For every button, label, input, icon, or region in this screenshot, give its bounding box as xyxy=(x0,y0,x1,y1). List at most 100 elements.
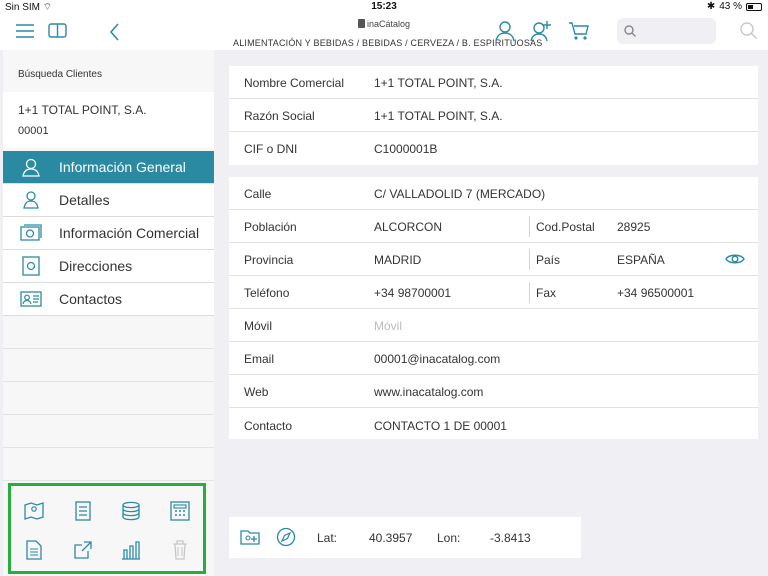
filter-list-icon[interactable] xyxy=(71,499,95,523)
field-value: ALCORCON xyxy=(374,220,443,234)
top-navbar: inaCátalog ALIMENTACIÓN Y BEBIDAS / BEBI… xyxy=(0,14,768,50)
add-client-icon[interactable] xyxy=(530,20,552,47)
field-label: CIF o DNI xyxy=(244,142,298,156)
field-label: Contacto xyxy=(244,419,293,433)
contact-card-icon xyxy=(3,290,59,308)
sidebar-item-label: Información Comercial xyxy=(59,225,200,241)
field-value: 00001@inacatalog.com xyxy=(374,352,501,366)
search-icon xyxy=(624,24,636,42)
eye-icon[interactable] xyxy=(725,252,745,269)
sidebar-item-label: Información General xyxy=(59,159,186,175)
divider xyxy=(529,249,530,270)
sidebar-item-label: Detalles xyxy=(59,192,110,208)
sidebar-item-detalles[interactable]: Detalles xyxy=(3,184,214,217)
field-label-fax: Fax xyxy=(536,286,557,300)
address-card-icon xyxy=(3,256,59,276)
field-value: MADRID xyxy=(374,253,422,267)
sidebar-menu: Información General Detalles Información… xyxy=(3,151,214,481)
battery-percent: 43 % xyxy=(719,1,742,12)
field-poblacion[interactable]: Población ALCORCON Cod.Postal 28925 xyxy=(229,210,758,243)
logo-mark-icon xyxy=(357,19,365,28)
sidebar-item-label: Direcciones xyxy=(59,258,133,274)
sidebar-item-informacion-comercial[interactable]: Información Comercial xyxy=(3,217,214,250)
field-label: Calle xyxy=(244,187,272,201)
clock: 15:23 xyxy=(371,1,397,12)
field-value-fax: +34 96500001 xyxy=(617,286,695,300)
field-nombre-comercial[interactable]: Nombre Comercial 1+1 TOTAL POINT, S.A. xyxy=(229,66,758,99)
map-icon[interactable] xyxy=(22,499,46,523)
search-input[interactable] xyxy=(617,18,716,44)
field-label-pais: País xyxy=(536,253,561,267)
sidebar-item-direcciones[interactable]: Direcciones xyxy=(3,250,214,283)
field-label: Razón Social xyxy=(244,109,315,123)
address-card: Calle C/ VALLADOLID 7 (MERCADO) Població… xyxy=(229,177,758,439)
field-label-cod-postal: Cod.Postal xyxy=(536,220,595,234)
field-cif-dni[interactable]: CIF o DNI C1000001B xyxy=(229,132,758,165)
calculator-icon[interactable] xyxy=(168,499,192,523)
sidebar-empty-row xyxy=(3,448,214,481)
sidebar-item-informacion-general[interactable]: Información General xyxy=(3,151,214,184)
document-icon[interactable] xyxy=(22,538,46,562)
sidebar-title: Búsqueda Clientes xyxy=(18,69,102,80)
field-contacto[interactable]: Contacto CONTACTO 1 DE 00001 xyxy=(229,408,758,439)
field-label: Email xyxy=(244,352,275,366)
field-web[interactable]: Web www.inacatalog.com xyxy=(229,375,758,408)
longitude-label: Lon: xyxy=(437,531,461,545)
latitude-label: Lat: xyxy=(317,531,338,545)
field-value-pais: ESPAÑA xyxy=(617,253,665,267)
field-movil[interactable]: Móvil Móvil xyxy=(229,309,758,342)
search-button-icon[interactable] xyxy=(740,22,758,45)
bluetooth-icon: ✱ xyxy=(706,1,716,12)
add-contact-card-icon[interactable] xyxy=(240,528,260,549)
field-label: Web xyxy=(244,385,269,399)
field-value: CONTACTO 1 DE 00001 xyxy=(374,419,507,433)
field-telefono[interactable]: Teléfono +34 98700001 Fax +34 96500001 xyxy=(229,276,758,309)
field-value: 1+1 TOTAL POINT, S.A. xyxy=(374,76,503,90)
field-value: +34 98700001 xyxy=(374,286,452,300)
trash-icon[interactable] xyxy=(168,538,192,562)
field-label: Nombre Comercial xyxy=(244,76,345,90)
divider xyxy=(529,282,530,303)
bar-chart-icon[interactable] xyxy=(119,538,143,562)
sidebar-item-contactos[interactable]: Contactos xyxy=(3,283,214,316)
compass-icon[interactable] xyxy=(276,527,296,550)
field-value-cod-postal: 28925 xyxy=(617,220,651,234)
battery-icon xyxy=(746,2,762,11)
identity-card: Nombre Comercial 1+1 TOTAL POINT, S.A. R… xyxy=(229,66,758,165)
status-right: ✱ 43 % xyxy=(707,1,762,12)
external-link-icon[interactable] xyxy=(71,538,95,562)
actions-toolbox xyxy=(8,483,206,574)
field-label: Provincia xyxy=(244,253,294,267)
field-provincia[interactable]: Provincia MADRID País ESPAÑA xyxy=(229,243,758,276)
field-value: www.inacatalog.com xyxy=(374,385,484,399)
divider xyxy=(529,216,530,237)
field-value: C1000001B xyxy=(374,142,438,156)
client-code: 00001 xyxy=(18,125,49,137)
cart-icon[interactable] xyxy=(568,21,590,46)
client-name: 1+1 TOTAL POINT, S.A. xyxy=(18,103,147,117)
sidebar-item-label: Contactos xyxy=(59,291,123,307)
app-name: inaCátalog xyxy=(366,19,411,29)
sidebar-empty-row xyxy=(3,382,214,415)
field-label: Móvil xyxy=(244,319,273,333)
sidebar-empty-row xyxy=(3,316,214,349)
person-outline-icon xyxy=(3,157,59,177)
field-label: Teléfono xyxy=(244,286,290,300)
location-bar: Lat: 40.3957 Lon: -3.8413 xyxy=(229,517,581,558)
money-icon xyxy=(3,223,59,243)
movil-placeholder: Móvil xyxy=(374,319,403,333)
field-calle[interactable]: Calle C/ VALLADOLID 7 (MERCADO) xyxy=(229,177,758,210)
coins-icon[interactable] xyxy=(119,499,143,523)
sidebar-empty-row xyxy=(3,415,214,448)
field-value: C/ VALLADOLID 7 (MERCADO) xyxy=(374,187,546,201)
client-icon[interactable] xyxy=(495,20,515,47)
selected-client[interactable]: 1+1 TOTAL POINT, S.A. 00001 xyxy=(3,92,214,148)
field-value: 1+1 TOTAL POINT, S.A. xyxy=(374,109,503,123)
sidebar-empty-row xyxy=(3,349,214,382)
field-razon-social[interactable]: Razón Social 1+1 TOTAL POINT, S.A. xyxy=(229,99,758,132)
person-icon xyxy=(3,190,59,210)
field-label: Población xyxy=(244,220,297,234)
field-email[interactable]: Email 00001@inacatalog.com xyxy=(229,342,758,375)
status-bar: Sin SIM ⌔ 15:23 ✱ 43 % xyxy=(0,0,768,14)
longitude-value: -3.8413 xyxy=(490,531,531,545)
